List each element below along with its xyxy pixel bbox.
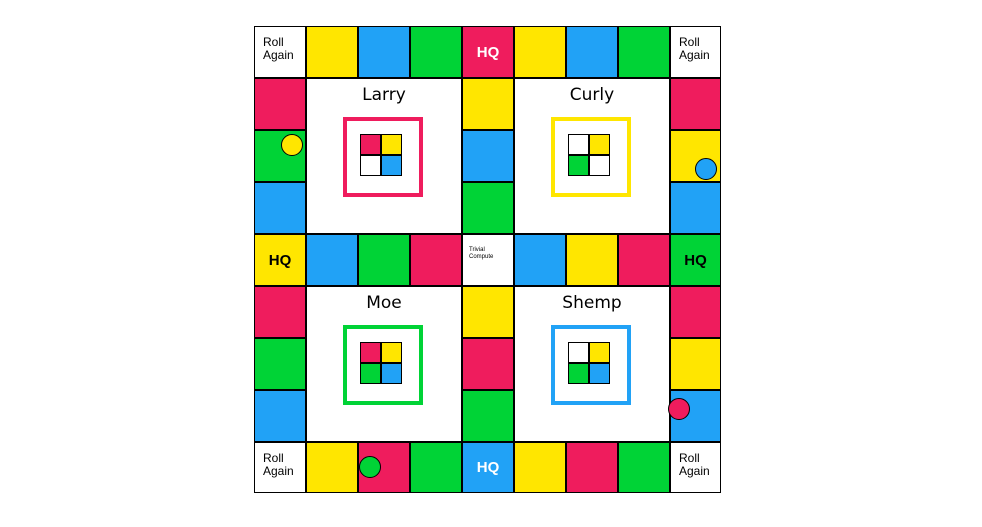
green-space[interactable]	[462, 390, 514, 442]
wedge-white	[568, 342, 589, 363]
wedge-green	[568, 363, 589, 384]
red-space[interactable]	[462, 338, 514, 390]
red-space[interactable]	[254, 78, 306, 130]
wedge-white	[568, 134, 589, 155]
player-token-curly[interactable]	[281, 134, 303, 156]
blue-space[interactable]	[254, 390, 306, 442]
player-token-larry[interactable]	[668, 398, 690, 420]
player-panel-shemp: Shemp	[514, 286, 670, 442]
yellow-space[interactable]	[514, 26, 566, 78]
game-board: Roll Again HQ Roll Again HQ Trivial Compute H…	[254, 26, 721, 493]
yellow-space[interactable]	[462, 78, 514, 130]
wedge-blue	[381, 155, 402, 176]
wedge-red	[360, 134, 381, 155]
blue-space[interactable]	[306, 234, 358, 286]
roll-again-space[interactable]: Roll Again	[670, 26, 721, 78]
wedge-yellow	[381, 342, 402, 363]
green-space[interactable]	[618, 442, 670, 493]
roll-again-space[interactable]: Roll Again	[254, 442, 306, 493]
green-space[interactable]	[358, 234, 410, 286]
player-name: Moe	[366, 293, 402, 313]
hq-space-blue[interactable]: HQ	[462, 442, 514, 493]
green-space[interactable]	[618, 26, 670, 78]
wedge-white	[589, 155, 610, 176]
blue-space[interactable]	[670, 182, 721, 234]
trivial-compute-space[interactable]: Trivial Compute	[462, 234, 514, 286]
red-space[interactable]	[254, 286, 306, 338]
player-panel-curly: Curly	[514, 78, 670, 234]
wedge-green	[360, 363, 381, 384]
blue-space[interactable]	[358, 26, 410, 78]
wedge-yellow	[589, 134, 610, 155]
yellow-space[interactable]	[670, 338, 721, 390]
player-panel-moe: Moe	[306, 286, 462, 442]
red-space[interactable]	[670, 78, 721, 130]
wedge-yellow	[589, 342, 610, 363]
green-space[interactable]	[254, 338, 306, 390]
yellow-space[interactable]	[306, 26, 358, 78]
player-name: Larry	[362, 85, 406, 105]
wedge-blue	[589, 363, 610, 384]
hq-space-green[interactable]: HQ	[670, 234, 721, 286]
wedge-blue	[381, 363, 402, 384]
blue-space[interactable]	[254, 182, 306, 234]
blue-space[interactable]	[566, 26, 618, 78]
wedge-red	[360, 342, 381, 363]
hq-space-red[interactable]: HQ	[462, 26, 514, 78]
hq-space-yellow[interactable]: HQ	[254, 234, 306, 286]
roll-again-space[interactable]: Roll Again	[254, 26, 306, 78]
player-name: Shemp	[562, 293, 622, 313]
player-token-moe[interactable]	[359, 456, 381, 478]
wedge-white	[360, 155, 381, 176]
red-space[interactable]	[618, 234, 670, 286]
wedge-tracker	[343, 117, 423, 197]
wedge-tracker	[551, 117, 631, 197]
wedge-yellow	[381, 134, 402, 155]
yellow-space[interactable]	[566, 234, 618, 286]
roll-again-space[interactable]: Roll Again	[670, 442, 721, 493]
wedge-tracker	[343, 325, 423, 405]
wedge-green	[568, 155, 589, 176]
green-space[interactable]	[410, 26, 462, 78]
blue-space[interactable]	[462, 130, 514, 182]
player-token-shemp[interactable]	[695, 158, 717, 180]
red-space[interactable]	[410, 234, 462, 286]
green-space[interactable]	[410, 442, 462, 493]
wedge-tracker	[551, 325, 631, 405]
green-space[interactable]	[462, 182, 514, 234]
red-space[interactable]	[670, 286, 721, 338]
red-space[interactable]	[566, 442, 618, 493]
yellow-space[interactable]	[306, 442, 358, 493]
yellow-space[interactable]	[462, 286, 514, 338]
player-panel-larry: Larry	[306, 78, 462, 234]
yellow-space[interactable]	[514, 442, 566, 493]
player-name: Curly	[569, 85, 615, 105]
blue-space[interactable]	[514, 234, 566, 286]
